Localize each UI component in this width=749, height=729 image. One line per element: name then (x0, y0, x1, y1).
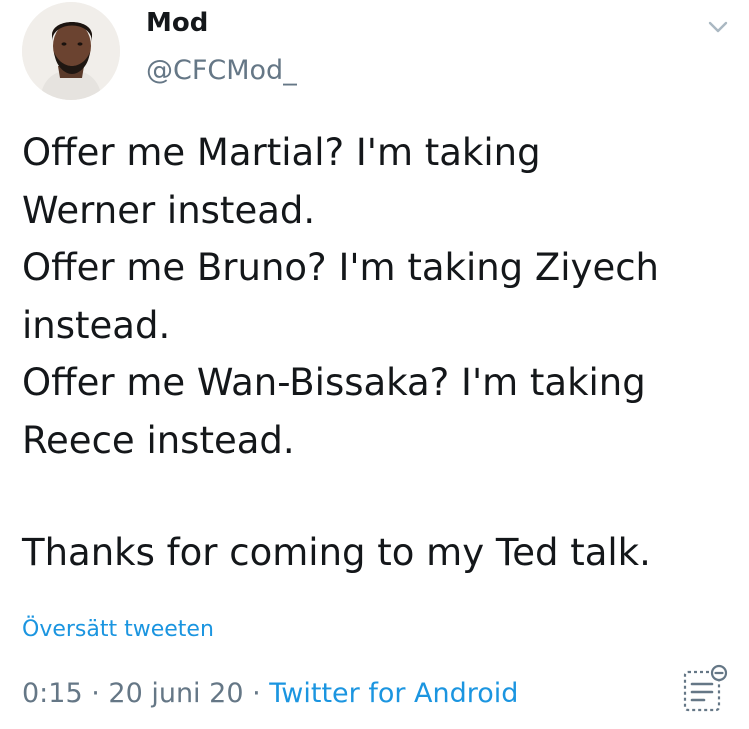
avatar[interactable] (22, 2, 120, 100)
tweet-meta: 0:15 · 20 juni 20 · Twitter for Android (22, 676, 518, 712)
paragraph-break (22, 469, 737, 524)
display-name[interactable]: Mod (146, 6, 208, 40)
tweet-time[interactable]: 0:15 (22, 678, 83, 709)
tweet-closing-line: Thanks for coming to my Ted talk. (22, 531, 651, 574)
tweet-line: instead. (22, 303, 171, 347)
tweet-text: Offer me Martial? I'm taking Werner inst… (22, 124, 737, 582)
profile-photo (22, 2, 120, 100)
tweet-line: Reece instead. (22, 418, 295, 462)
meta-separator: · (243, 678, 270, 709)
tweet-date[interactable]: 20 juni 20 (108, 678, 243, 709)
tweet-source-link[interactable]: Twitter for Android (269, 678, 518, 709)
tweet-analytics-icon[interactable] (682, 662, 730, 714)
tweet-line: Offer me Bruno? I'm taking Ziyech (22, 246, 660, 289)
tweet-line: Offer me Martial? I'm taking (22, 131, 541, 174)
chevron-down-icon[interactable] (703, 16, 733, 38)
meta-separator: · (82, 678, 109, 709)
tweet-line: Offer me Wan-Bissaka? I'm taking (22, 361, 646, 404)
translate-tweet-link[interactable]: Översätt tweeten (22, 615, 214, 645)
tweet-line: Werner instead. (22, 188, 316, 232)
user-handle[interactable]: @CFCMod_ (146, 54, 297, 88)
